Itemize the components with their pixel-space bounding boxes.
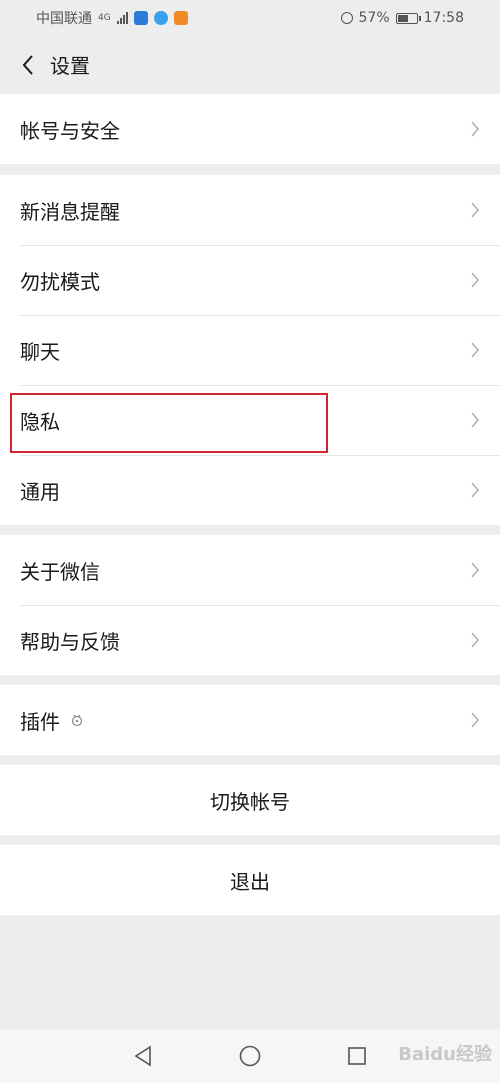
network-type: 4G xyxy=(98,13,111,23)
status-right: 57% 17:58 xyxy=(340,10,464,26)
settings-item-label: 帮助与反馈 xyxy=(20,629,120,654)
chevron-right-icon xyxy=(471,712,480,728)
settings-item-label: 勿扰模式 xyxy=(20,269,100,294)
battery-fill xyxy=(397,14,408,22)
highlight-box xyxy=(10,393,328,453)
settings-item-notifications[interactable]: 新消息提醒 xyxy=(0,175,500,245)
group-about: 关于微信 帮助与反馈 xyxy=(0,535,500,675)
chevron-right-icon xyxy=(471,121,480,137)
chevron-right-icon xyxy=(471,412,480,428)
settings-item-label: 新消息提醒 xyxy=(20,199,120,224)
chevron-right-icon xyxy=(471,342,480,358)
status-bar: 中国联通 4G 57% 17:58 xyxy=(0,0,500,36)
watermark: Baidu经验 xyxy=(398,1044,492,1065)
logout-label: 退出 xyxy=(230,869,270,894)
group-switch-account: 切换帐号 xyxy=(0,765,500,835)
settings-item-label: 通用 xyxy=(20,479,60,504)
settings-item-do-not-disturb[interactable]: 勿扰模式 xyxy=(0,245,500,315)
switch-account-label: 切换帐号 xyxy=(210,789,290,814)
settings-item-about[interactable]: 关于微信 xyxy=(0,535,500,605)
signal-icon xyxy=(116,12,128,24)
chevron-right-icon xyxy=(471,202,480,218)
switch-account-button[interactable]: 切换帐号 xyxy=(0,765,500,835)
clock-time: 17:58 xyxy=(423,10,464,26)
chevron-left-icon xyxy=(22,54,33,75)
settings-item-plugins[interactable]: 插件 xyxy=(0,685,500,755)
settings-item-general[interactable]: 通用 xyxy=(0,455,500,525)
settings-item-label: 聊天 xyxy=(20,339,60,364)
group-logout: 退出 xyxy=(0,845,500,915)
settings-item-label: 插件 xyxy=(20,709,60,734)
status-left: 中国联通 4G xyxy=(36,8,188,28)
square-recent-icon[interactable] xyxy=(347,1046,367,1066)
battery-icon xyxy=(395,12,421,24)
settings-item-label: 帐号与安全 xyxy=(20,118,120,143)
circle-home-icon[interactable] xyxy=(239,1045,261,1067)
play-app-icon xyxy=(173,11,188,25)
globe-app-icon xyxy=(153,11,168,25)
chevron-right-icon xyxy=(471,632,480,648)
alarm-icon xyxy=(340,12,353,24)
chevron-right-icon xyxy=(471,562,480,578)
page-title: 设置 xyxy=(50,54,90,78)
group-main: 新消息提醒 勿扰模式 聊天 隐私 通用 xyxy=(0,175,500,525)
chevron-right-icon xyxy=(471,482,480,498)
settings-item-privacy[interactable]: 隐私 xyxy=(0,385,500,455)
triangle-back-icon[interactable] xyxy=(133,1045,153,1067)
logout-button[interactable]: 退出 xyxy=(0,845,500,915)
chevron-right-icon xyxy=(471,272,480,288)
battery-percent: 57% xyxy=(358,10,390,26)
plugin-icon xyxy=(71,714,83,727)
carrier-name: 中国联通 xyxy=(36,11,92,27)
settings-item-chat[interactable]: 聊天 xyxy=(0,315,500,385)
settings-item-account-security[interactable]: 帐号与安全 xyxy=(0,94,500,164)
shield-app-icon xyxy=(133,11,148,25)
nav-bar: 设置 xyxy=(0,36,500,93)
group-account: 帐号与安全 xyxy=(0,94,500,164)
group-plugins: 插件 xyxy=(0,685,500,755)
settings-item-help-feedback[interactable]: 帮助与反馈 xyxy=(0,605,500,675)
settings-item-label: 关于微信 xyxy=(20,559,100,584)
back-button[interactable] xyxy=(0,36,56,93)
